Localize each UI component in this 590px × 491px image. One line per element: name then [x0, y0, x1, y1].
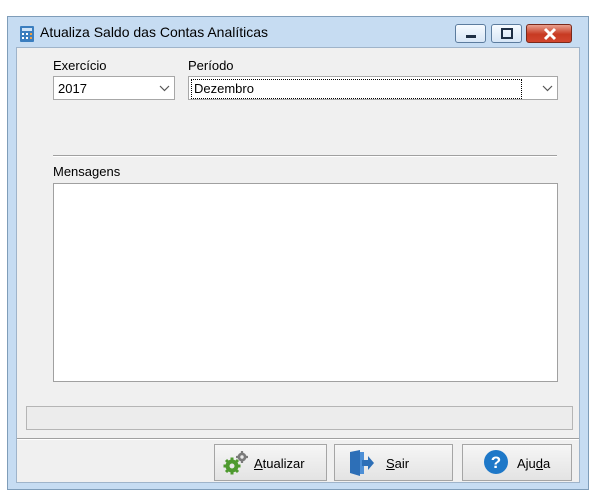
- atualizar-label: Atualizar: [254, 456, 305, 471]
- exercicio-value: 2017: [58, 81, 87, 96]
- dialog-client-area: Exercício 2017 Período Dezembro Mensagen…: [16, 47, 580, 483]
- ajuda-button[interactable]: ? Ajuda: [462, 444, 572, 481]
- window-title: Atualiza Saldo das Contas Analíticas: [40, 24, 269, 40]
- exit-door-icon: [350, 450, 374, 476]
- sair-label: Sair: [386, 456, 410, 471]
- form-separator: [53, 155, 557, 157]
- sair-button[interactable]: Sair: [334, 444, 453, 481]
- maximize-button[interactable]: [491, 24, 522, 43]
- exercicio-select[interactable]: 2017: [53, 76, 175, 100]
- atualizar-button[interactable]: Atualizar: [214, 444, 327, 481]
- ajuda-label: Ajuda: [517, 456, 551, 471]
- calculator-app-icon: [20, 26, 34, 42]
- dialog-window: Atualiza Saldo das Contas Analíticas Exe…: [7, 16, 589, 490]
- exercicio-label: Exercício: [53, 58, 107, 73]
- title-bar[interactable]: Atualiza Saldo das Contas Analíticas: [8, 17, 588, 47]
- periodo-label: Período: [188, 58, 234, 73]
- button-area-separator: [17, 438, 579, 440]
- mensagens-textarea[interactable]: [53, 183, 558, 382]
- minimize-button[interactable]: [455, 24, 486, 43]
- minimize-icon: [466, 35, 476, 38]
- maximize-icon: [501, 28, 513, 39]
- chevron-down-icon: [542, 85, 553, 92]
- gears-icon: [223, 451, 248, 475]
- help-icon: ?: [484, 450, 508, 474]
- chevron-down-icon: [159, 85, 170, 92]
- periodo-select[interactable]: Dezembro: [188, 76, 558, 100]
- close-icon: [543, 27, 557, 41]
- mensagens-label: Mensagens: [53, 164, 121, 179]
- svg-text:?: ?: [491, 453, 501, 472]
- periodo-value: Dezembro: [191, 79, 522, 99]
- close-button[interactable]: [526, 24, 572, 43]
- status-bar: [26, 406, 573, 430]
